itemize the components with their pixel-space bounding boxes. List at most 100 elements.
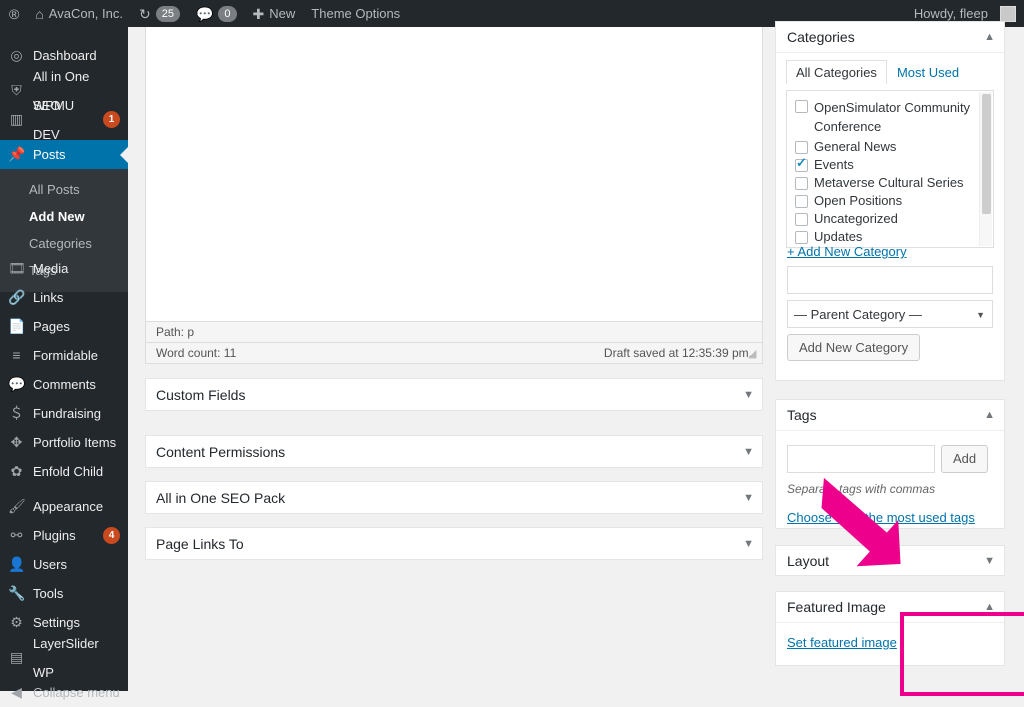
categories-scrollbar[interactable] <box>979 92 992 246</box>
editor-content-area[interactable] <box>146 27 762 321</box>
sidebar-item-all-posts[interactable]: All Posts <box>0 176 128 203</box>
sidebar-item-media[interactable]: 🎞 Media <box>0 254 128 283</box>
scrollbar-thumb[interactable] <box>982 94 991 214</box>
checkbox[interactable] <box>795 159 808 172</box>
tags-input[interactable] <box>787 445 935 473</box>
checkbox[interactable] <box>795 177 808 190</box>
add-tag-button[interactable]: Add <box>941 445 988 473</box>
updates-menu[interactable]: ↻ 25 <box>131 0 188 27</box>
tab-all-categories[interactable]: All Categories <box>786 60 887 84</box>
sidebar-item-portfolio-items[interactable]: ✥ Portfolio Items <box>0 428 128 457</box>
featured-image-metabox: Featured Image ▲ Set featured image <box>775 591 1005 666</box>
chevron-down-icon[interactable]: ▼ <box>984 546 995 577</box>
sidebar-item-label: Formidable <box>33 341 98 370</box>
category-label: Uncategorized <box>814 211 898 226</box>
collapse-menu-button[interactable]: ◀ Collapse menu <box>0 678 128 707</box>
chevron-up-icon[interactable]: ▲ <box>984 22 995 53</box>
tools-icon: 🔧 <box>8 579 25 608</box>
sidebar-item-links[interactable]: 🔗 Links <box>0 283 128 312</box>
category-item-general-news[interactable]: General News <box>795 138 987 156</box>
metabox-page-links-to[interactable]: Page Links To ▼ <box>145 527 763 560</box>
featured-image-title: Featured Image <box>787 592 886 623</box>
updates-icon: ↻ <box>139 7 151 21</box>
wordpress-logo-menu[interactable]: ® <box>0 0 27 27</box>
chevron-down-icon[interactable]: ▼ <box>743 482 754 514</box>
howdy-label: Howdy, fleep <box>914 6 988 21</box>
sidebar-item-plugins[interactable]: ⚯ Plugins 4 <box>0 521 128 550</box>
main-content: Path: p Word count: 11 Draft saved at 12… <box>128 27 1024 691</box>
tab-most-used[interactable]: Most Used <box>887 60 969 84</box>
theme-options-menu[interactable]: Theme Options <box>303 0 408 27</box>
sidebar-item-add-new[interactable]: Add New <box>0 203 128 230</box>
category-label: General News <box>814 139 896 154</box>
sidebar-item-wpmu-dev[interactable]: ▥ WPMU DEV 1 <box>0 105 128 134</box>
new-label: New <box>269 6 295 21</box>
metabox-all-in-one-seo-pack[interactable]: All in One SEO Pack ▼ <box>145 481 763 514</box>
post-editor: Path: p Word count: 11 Draft saved at 12… <box>145 27 763 364</box>
category-item-open-positions[interactable]: Open Positions <box>795 192 987 210</box>
checkbox[interactable] <box>795 100 808 113</box>
tags-header[interactable]: Tags ▲ <box>776 400 1004 431</box>
choose-most-used-tags-link[interactable]: Choose from the most used tags <box>787 510 975 525</box>
sidebar-item-label: Media <box>33 254 68 283</box>
draft-saved-label: Draft saved at 12:35:39 pm. <box>604 346 752 360</box>
sidebar-item-enfold-child[interactable]: ✿ Enfold Child <box>0 457 128 486</box>
category-item-uncategorized[interactable]: Uncategorized <box>795 210 987 228</box>
sidebar-item-comments[interactable]: 💬 Comments <box>0 370 128 399</box>
editor-status-bar: Word count: 11 Draft saved at 12:35:39 p… <box>146 342 762 363</box>
sidebar-item-appearance[interactable]: 🖌 Appearance <box>0 492 128 521</box>
formidable-icon: ≡ <box>8 341 25 370</box>
metabox-custom-fields[interactable]: Custom Fields ▼ <box>145 378 763 411</box>
categories-title: Categories <box>787 22 855 53</box>
new-category-name-input[interactable] <box>787 266 993 294</box>
category-item-metaverse-cultural-series[interactable]: Metaverse Cultural Series <box>795 174 987 192</box>
metabox-content-permissions[interactable]: Content Permissions ▼ <box>145 435 763 468</box>
featured-image-header[interactable]: Featured Image ▲ <box>776 592 1004 623</box>
set-featured-image-link[interactable]: Set featured image <box>787 635 897 650</box>
sidebar-item-users[interactable]: 👤 Users <box>0 550 128 579</box>
chevron-up-icon[interactable]: ▲ <box>984 400 995 431</box>
chevron-down-icon[interactable]: ▼ <box>743 528 754 560</box>
sidebar-item-posts[interactable]: 📌 Posts <box>0 140 128 169</box>
layout-metabox[interactable]: Layout ▼ <box>775 545 1005 576</box>
checkbox[interactable] <box>795 195 808 208</box>
category-item-events[interactable]: Events <box>795 156 987 174</box>
sidebar-item-fundraising[interactable]: ＄ Fundraising <box>0 399 128 428</box>
add-new-category-link[interactable]: + Add New Category <box>787 244 907 259</box>
checkbox[interactable] <box>795 231 808 244</box>
category-item-opensimulator-community-conference[interactable]: OpenSimulator Community Conference <box>795 97 987 138</box>
sidebar-item-categories[interactable]: Categories <box>0 230 128 257</box>
sidebar-item-pages[interactable]: 📄 Pages <box>0 312 128 341</box>
chevron-up-icon[interactable]: ▲ <box>984 592 995 623</box>
categories-tabs: All Categories Most Used <box>776 53 1004 84</box>
page-icon: 📄 <box>8 312 25 341</box>
sidebar-item-layerslider-wp[interactable]: ▤ LayerSlider WP <box>0 643 128 672</box>
comments-count: 0 <box>218 6 236 22</box>
sidebar-item-label: Comments <box>33 370 96 399</box>
categories-header[interactable]: Categories ▲ <box>776 22 1004 53</box>
admin-bar-left: ® ⌂ AvaCon, Inc. ↻ 25 💬 0 ✚ New Theme Op… <box>0 0 408 27</box>
chevron-down-icon[interactable]: ▼ <box>743 379 754 411</box>
checkbox[interactable] <box>795 213 808 226</box>
resize-grip-icon[interactable]: ◢ <box>748 349 760 361</box>
sidebar-item-formidable[interactable]: ≡ Formidable <box>0 341 128 370</box>
add-new-category-button[interactable]: Add New Category <box>787 334 920 361</box>
tags-title: Tags <box>787 400 817 431</box>
layout-header[interactable]: Layout ▼ <box>776 546 1004 577</box>
metabox-title: Content Permissions <box>156 436 285 468</box>
site-name-menu[interactable]: ⌂ AvaCon, Inc. <box>27 0 131 27</box>
checkbox[interactable] <box>795 141 808 154</box>
pin-icon: 📌 <box>8 140 25 169</box>
sidebar-item-label: Enfold Child <box>33 457 103 486</box>
sidebar-item-label: Plugins <box>33 521 76 550</box>
layout-title: Layout <box>787 546 829 577</box>
parent-category-select[interactable]: — Parent Category — ▼ <box>787 300 993 328</box>
new-content-menu[interactable]: ✚ New <box>245 0 304 27</box>
sidebar-item-tools[interactable]: 🔧 Tools <box>0 579 128 608</box>
tags-metabox: Tags ▲ Add Separate tags with commas Cho… <box>775 399 1005 529</box>
chevron-down-icon[interactable]: ▼ <box>743 436 754 468</box>
comments-menu[interactable]: 💬 0 <box>188 0 245 27</box>
category-label: Updates <box>814 229 862 244</box>
sidebar-item-label: Pages <box>33 312 70 341</box>
categories-checklist[interactable]: OpenSimulator Community Conference Gener… <box>786 90 994 248</box>
